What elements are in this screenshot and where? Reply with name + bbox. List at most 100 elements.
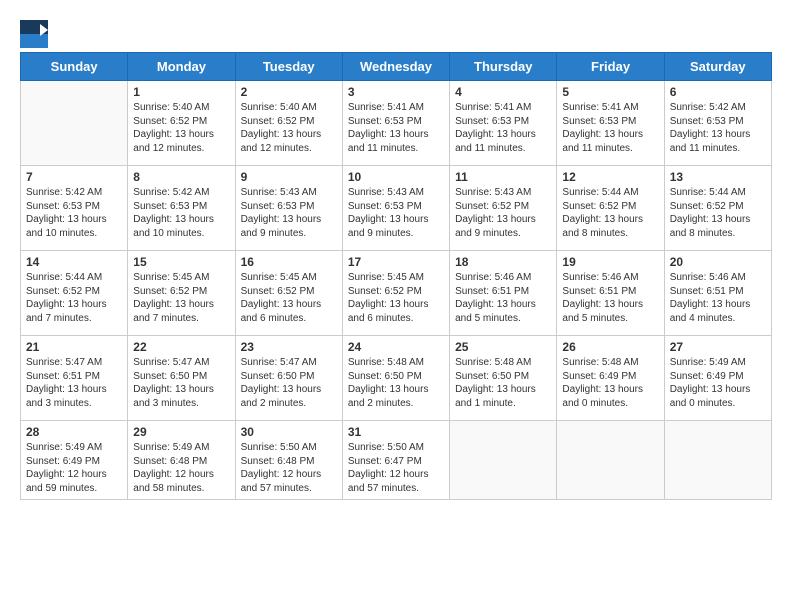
day-number: 2 <box>241 85 337 99</box>
cell-content: Sunrise: 5:44 AM Sunset: 6:52 PM Dayligh… <box>670 186 766 240</box>
calendar-week-1: 1 Sunrise: 5:40 AM Sunset: 6:52 PM Daylig… <box>21 81 772 166</box>
calendar-cell: 28 Sunrise: 5:49 AM Sunset: 6:49 PM Dayli… <box>21 421 128 500</box>
day-number: 6 <box>670 85 766 99</box>
calendar-cell: 2Sunrise: 5:40 AM Sunset: 6:52 PM Daylig… <box>235 81 342 166</box>
cell-content: Sunrise: 5:41 AM Sunset: 6:53 PM Dayligh… <box>562 101 658 155</box>
day-number: 13 <box>670 170 766 184</box>
day-number: 19 <box>562 255 658 269</box>
calendar-cell <box>557 421 664 500</box>
day-number: 31 <box>348 425 444 439</box>
day-number: 5 <box>562 85 658 99</box>
calendar-cell: 1 Sunrise: 5:40 AM Sunset: 6:52 PM Daylig… <box>128 81 235 166</box>
calendar-cell: 9 Sunrise: 5:43 AM Sunset: 6:53 PM Daylig… <box>235 166 342 251</box>
day-number: 29 <box>133 425 229 439</box>
calendar-cell: 17 Sunrise: 5:45 AM Sunset: 6:52 PM Dayli… <box>342 251 449 336</box>
weekday-header-saturday: Saturday <box>664 53 771 81</box>
day-number: 12 <box>562 170 658 184</box>
calendar-cell: 30 Sunrise: 5:50 AM Sunset: 6:48 PM Dayli… <box>235 421 342 500</box>
cell-content: Sunrise: 5:47 AM Sunset: 6:51 PM Dayligh… <box>26 356 122 410</box>
calendar-cell: 8 Sunrise: 5:42 AM Sunset: 6:53 PM Daylig… <box>128 166 235 251</box>
cell-content: Sunrise: 5:46 AM Sunset: 6:51 PM Dayligh… <box>562 271 658 325</box>
weekday-header-wednesday: Wednesday <box>342 53 449 81</box>
day-number: 11 <box>455 170 551 184</box>
cell-content: Sunrise: 5:42 AM Sunset: 6:53 PM Dayligh… <box>26 186 122 240</box>
cell-content: Sunrise: 5:46 AM Sunset: 6:51 PM Dayligh… <box>455 271 551 325</box>
day-number: 26 <box>562 340 658 354</box>
calendar-cell: 6 Sunrise: 5:42 AM Sunset: 6:53 PM Daylig… <box>664 81 771 166</box>
calendar-cell: 11 Sunrise: 5:43 AM Sunset: 6:52 PM Dayli… <box>450 166 557 251</box>
day-number: 22 <box>133 340 229 354</box>
day-number: 10 <box>348 170 444 184</box>
calendar-cell: 15 Sunrise: 5:45 AM Sunset: 6:52 PM Dayli… <box>128 251 235 336</box>
calendar-cell: 12 Sunrise: 5:44 AM Sunset: 6:52 PM Dayli… <box>557 166 664 251</box>
cell-content: Sunrise: 5:50 AM Sunset: 6:48 PM Dayligh… <box>241 441 337 495</box>
cell-content: Sunrise: 5:40 AM Sunset: 6:52 PM Dayligh… <box>133 101 229 155</box>
calendar-table: SundayMondayTuesdayWednesdayThursdayFrid… <box>20 52 772 500</box>
day-number: 4 <box>455 85 551 99</box>
calendar-cell: 21 Sunrise: 5:47 AM Sunset: 6:51 PM Dayli… <box>21 336 128 421</box>
weekday-header-tuesday: Tuesday <box>235 53 342 81</box>
calendar-cell: 29 Sunrise: 5:49 AM Sunset: 6:48 PM Dayli… <box>128 421 235 500</box>
cell-content: Sunrise: 5:48 AM Sunset: 6:50 PM Dayligh… <box>455 356 551 410</box>
page-header <box>20 20 772 48</box>
day-number: 8 <box>133 170 229 184</box>
cell-content: Sunrise: 5:49 AM Sunset: 6:49 PM Dayligh… <box>670 356 766 410</box>
cell-content: Sunrise: 5:41 AM Sunset: 6:53 PM Dayligh… <box>348 101 444 155</box>
day-number: 14 <box>26 255 122 269</box>
calendar-cell: 5 Sunrise: 5:41 AM Sunset: 6:53 PM Daylig… <box>557 81 664 166</box>
day-number: 3 <box>348 85 444 99</box>
cell-content: Sunrise: 5:43 AM Sunset: 6:53 PM Dayligh… <box>241 186 337 240</box>
calendar-cell: 7 Sunrise: 5:42 AM Sunset: 6:53 PM Daylig… <box>21 166 128 251</box>
day-number: 9 <box>241 170 337 184</box>
calendar-cell: 14Sunrise: 5:44 AM Sunset: 6:52 PM Dayli… <box>21 251 128 336</box>
calendar-week-2: 7 Sunrise: 5:42 AM Sunset: 6:53 PM Daylig… <box>21 166 772 251</box>
day-number: 17 <box>348 255 444 269</box>
calendar-cell: 16 Sunrise: 5:45 AM Sunset: 6:52 PM Dayli… <box>235 251 342 336</box>
calendar-cell: 18 Sunrise: 5:46 AM Sunset: 6:51 PM Dayli… <box>450 251 557 336</box>
cell-content: Sunrise: 5:45 AM Sunset: 6:52 PM Dayligh… <box>348 271 444 325</box>
calendar-week-4: 21 Sunrise: 5:47 AM Sunset: 6:51 PM Dayli… <box>21 336 772 421</box>
day-number: 7 <box>26 170 122 184</box>
day-number: 27 <box>670 340 766 354</box>
cell-content: Sunrise: 5:46 AM Sunset: 6:51 PM Dayligh… <box>670 271 766 325</box>
day-number: 15 <box>133 255 229 269</box>
weekday-header-monday: Monday <box>128 53 235 81</box>
cell-content: Sunrise: 5:44 AM Sunset: 6:52 PM Dayligh… <box>562 186 658 240</box>
calendar-header-row: SundayMondayTuesdayWednesdayThursdayFrid… <box>21 53 772 81</box>
calendar-cell: 27 Sunrise: 5:49 AM Sunset: 6:49 PM Dayli… <box>664 336 771 421</box>
calendar-cell: 3 Sunrise: 5:41 AM Sunset: 6:53 PM Daylig… <box>342 81 449 166</box>
calendar-cell: 26 Sunrise: 5:48 AM Sunset: 6:49 PM Dayli… <box>557 336 664 421</box>
logo <box>20 20 52 48</box>
calendar-cell <box>21 81 128 166</box>
cell-content: Sunrise: 5:45 AM Sunset: 6:52 PM Dayligh… <box>241 271 337 325</box>
cell-content: Sunrise: 5:41 AM Sunset: 6:53 PM Dayligh… <box>455 101 551 155</box>
calendar-cell: 25 Sunrise: 5:48 AM Sunset: 6:50 PM Dayli… <box>450 336 557 421</box>
calendar-cell: 24Sunrise: 5:48 AM Sunset: 6:50 PM Dayli… <box>342 336 449 421</box>
day-number: 24 <box>348 340 444 354</box>
cell-content: Sunrise: 5:42 AM Sunset: 6:53 PM Dayligh… <box>133 186 229 240</box>
day-number: 28 <box>26 425 122 439</box>
calendar-week-3: 14Sunrise: 5:44 AM Sunset: 6:52 PM Dayli… <box>21 251 772 336</box>
day-number: 25 <box>455 340 551 354</box>
day-number: 30 <box>241 425 337 439</box>
calendar-cell: 4 Sunrise: 5:41 AM Sunset: 6:53 PM Daylig… <box>450 81 557 166</box>
cell-content: Sunrise: 5:42 AM Sunset: 6:53 PM Dayligh… <box>670 101 766 155</box>
day-number: 1 <box>133 85 229 99</box>
day-number: 21 <box>26 340 122 354</box>
cell-content: Sunrise: 5:45 AM Sunset: 6:52 PM Dayligh… <box>133 271 229 325</box>
weekday-header-friday: Friday <box>557 53 664 81</box>
day-number: 20 <box>670 255 766 269</box>
day-number: 18 <box>455 255 551 269</box>
calendar-cell: 10 Sunrise: 5:43 AM Sunset: 6:53 PM Dayli… <box>342 166 449 251</box>
calendar-cell: 22Sunrise: 5:47 AM Sunset: 6:50 PM Dayli… <box>128 336 235 421</box>
cell-content: Sunrise: 5:49 AM Sunset: 6:48 PM Dayligh… <box>133 441 229 495</box>
calendar-week-5: 28 Sunrise: 5:49 AM Sunset: 6:49 PM Dayli… <box>21 421 772 500</box>
cell-content: Sunrise: 5:43 AM Sunset: 6:52 PM Dayligh… <box>455 186 551 240</box>
logo-icon <box>20 20 48 48</box>
cell-content: Sunrise: 5:48 AM Sunset: 6:49 PM Dayligh… <box>562 356 658 410</box>
calendar-cell: 13 Sunrise: 5:44 AM Sunset: 6:52 PM Dayli… <box>664 166 771 251</box>
cell-content: Sunrise: 5:43 AM Sunset: 6:53 PM Dayligh… <box>348 186 444 240</box>
day-number: 16 <box>241 255 337 269</box>
cell-content: Sunrise: 5:49 AM Sunset: 6:49 PM Dayligh… <box>26 441 122 495</box>
calendar-cell <box>664 421 771 500</box>
